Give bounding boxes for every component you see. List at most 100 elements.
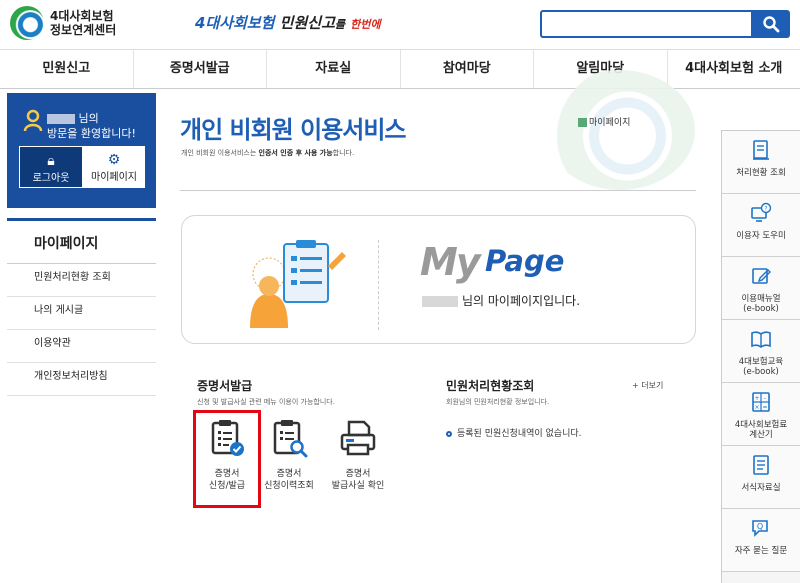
quick-menu: 처리현황 조회 ? 이용자 도우미 이용매뉴얼 (e-book) 4대보험교육 … <box>721 130 800 583</box>
printer-icon <box>340 420 376 456</box>
cert-history-line1: 증명서 <box>276 469 302 479</box>
nav-item-resources[interactable]: 자료실 <box>266 50 400 88</box>
nav-item-participation[interactable]: 참여마당 <box>399 50 534 88</box>
quick-item-calculator[interactable]: + - × = 4대사회보험료 계산기 <box>722 383 800 446</box>
svg-text:+: + <box>754 395 759 402</box>
site-logo[interactable]: 4대사회보험 정보연계센터 <box>10 6 116 40</box>
bullet-icon <box>446 430 452 437</box>
svg-text:=: = <box>762 404 767 411</box>
nav-item-about[interactable]: 4대사회보험 소개 <box>666 50 800 88</box>
cert-history-line2: 신청이력조회 <box>264 481 314 491</box>
header: 4대사회보험 정보연계센터 4대사회보험 민원신고를 한번에 <box>0 0 800 48</box>
quick-label-2: 계산기 <box>749 430 773 440</box>
quick-label: 서식자료실 <box>741 483 781 493</box>
gear-icon: ⚙ <box>107 152 121 168</box>
calculator-icon: + -× = <box>752 392 770 412</box>
logout-button[interactable]: 🔒︎ 로그아웃 <box>19 146 83 188</box>
mypage-word-my: My <box>420 240 481 284</box>
slogan-part3: 를 <box>334 18 345 31</box>
mypage-word-page: Page <box>485 244 565 278</box>
main-nav: 민원신고 증명서발급 자료실 참여마당 알림마당 4대사회보험 소개 <box>0 49 800 89</box>
sidebar-item-my-posts[interactable]: 나의 게시글 <box>7 297 156 330</box>
card-divider <box>378 240 379 330</box>
emblem-watermark <box>545 70 695 190</box>
chat-question-icon: Q <box>752 520 768 537</box>
divider <box>180 190 696 191</box>
cert-section-desc: 신청 및 발급사실 관련 메뉴 이용이 가능합니다. <box>197 398 335 406</box>
quick-label: 처리현황 조회 <box>736 168 786 178</box>
sidebar-item-status[interactable]: 민원처리현황 조회 <box>7 264 156 297</box>
quick-item-status[interactable]: 처리현황 조회 <box>722 131 800 194</box>
edit-document-icon <box>752 268 771 284</box>
user-name-masked <box>47 114 75 124</box>
sidebar-item-terms[interactable]: 이용약관 <box>7 330 156 363</box>
mypage-breadcrumb-link[interactable]: 마이페이지 <box>578 115 630 128</box>
book-icon <box>751 331 771 348</box>
quick-item-manual[interactable]: 이용매뉴얼 (e-book) <box>722 257 800 320</box>
quick-label: 이용자 도우미 <box>736 231 786 241</box>
svg-text:Q: Q <box>757 522 763 531</box>
mypage-link-label: 마이페이지 <box>589 118 631 128</box>
page-description: 개인 비회원 이용서비스는 인증서 인증 후 사용 가능합니다. <box>181 148 354 158</box>
cert-section-title: 증명서발급 <box>197 379 253 393</box>
page-title: 개인 비회원 이용서비스 <box>180 116 407 144</box>
search-input[interactable] <box>540 10 751 38</box>
svg-text:?: ? <box>764 206 767 213</box>
user-greeting: 님의 방문을 환영합니다! <box>25 111 136 141</box>
welcome-text: 방문을 환영합니다! <box>47 127 136 140</box>
quick-label: 4대사회보험료 <box>734 420 788 430</box>
search-button[interactable] <box>751 10 790 38</box>
status-empty-message: 등록된 민원신청내역이 없습니다. <box>446 426 582 439</box>
cert-history-button[interactable]: 증명서 신청이력조회 <box>254 418 324 492</box>
monitor-help-icon: ? <box>751 202 772 222</box>
cert-verify-line2: 발급사실 확인 <box>331 481 385 491</box>
sidebar-title: 마이페이지 <box>7 218 156 264</box>
form-document-icon <box>753 455 769 475</box>
selection-highlight-box <box>193 410 261 508</box>
logo-emblem-icon <box>10 6 44 40</box>
cert-verify-button[interactable]: 증명서 발급사실 확인 <box>323 418 393 492</box>
quick-label: 이용매뉴얼 <box>741 294 781 304</box>
user-name-masked <box>422 296 458 307</box>
quick-label-2: (e-book) <box>743 367 779 377</box>
user-box: 님의 방문을 환영합니다! 🔒︎ 로그아웃 ⚙ 마이페이지 <box>7 93 156 208</box>
mypage-banner-card: My Page 님의 마이페이지입니다. <box>181 215 696 344</box>
user-buttons: 🔒︎ 로그아웃 ⚙ 마이페이지 <box>19 146 145 188</box>
home-icon <box>578 118 587 127</box>
slogan-banner: 4대사회보험 민원신고를 한번에 <box>195 12 381 33</box>
mypage-welcome-text: 님의 마이페이지입니다. <box>462 294 581 308</box>
mypage-button[interactable]: ⚙ 마이페이지 <box>83 146 145 188</box>
desc-pre: 개인 비회원 이용서비스는 <box>181 149 259 157</box>
nav-item-certificate[interactable]: 증명서발급 <box>132 50 267 88</box>
status-section-desc: 회원님의 민원처리현황 정보입니다. <box>446 398 550 406</box>
page: 4대사회보험 정보연계센터 4대사회보험 민원신고를 한번에 민원신고 증명서발… <box>0 0 800 583</box>
sidebar-item-privacy[interactable]: 개인정보처리방침 <box>7 363 156 396</box>
quick-item-forms[interactable]: 서식자료실 <box>722 446 800 509</box>
svg-text:×: × <box>754 404 759 411</box>
quick-item-education[interactable]: 4대보험교육 (e-book) <box>722 320 800 383</box>
clipboard-illustration-icon <box>250 240 346 328</box>
quick-item-helper[interactable]: ? 이용자 도우미 <box>722 194 800 257</box>
nav-item-complaint[interactable]: 민원신고 <box>0 50 133 88</box>
logo-line2: 정보연계센터 <box>50 23 117 37</box>
search-bar <box>540 10 790 38</box>
status-section-title: 민원처리현황조회 <box>446 379 535 393</box>
mypage-welcome: 님의 마이페이지입니다. <box>422 292 580 309</box>
slogan-part1: 4대사회보험 <box>195 14 275 32</box>
svg-text:-: - <box>764 395 766 402</box>
slogan-part2: 민원신고 <box>279 14 335 32</box>
more-link[interactable]: + 더보기 <box>632 380 663 391</box>
lock-icon: 🔒︎ <box>47 153 55 169</box>
slogan-part4: 한번에 <box>350 18 381 31</box>
logo-line1: 4대사회보험 <box>50 9 114 23</box>
sidebar-menu: 민원처리현황 조회 나의 게시글 이용약관 개인정보처리방침 <box>7 264 156 396</box>
quick-label: 4대보험교육 <box>738 357 784 367</box>
document-search-icon <box>753 140 769 160</box>
quick-item-faq[interactable]: Q 자주 묻는 질문 <box>722 509 800 572</box>
quick-label-2: (e-book) <box>743 304 779 314</box>
search-icon <box>762 16 779 33</box>
cert-verify-line1: 증명서 <box>345 469 371 479</box>
desc-bold: 인증서 인증 후 사용 가능 <box>258 149 333 157</box>
user-name-suffix: 님의 <box>78 112 99 125</box>
mypage-label: 마이페이지 <box>91 172 137 183</box>
